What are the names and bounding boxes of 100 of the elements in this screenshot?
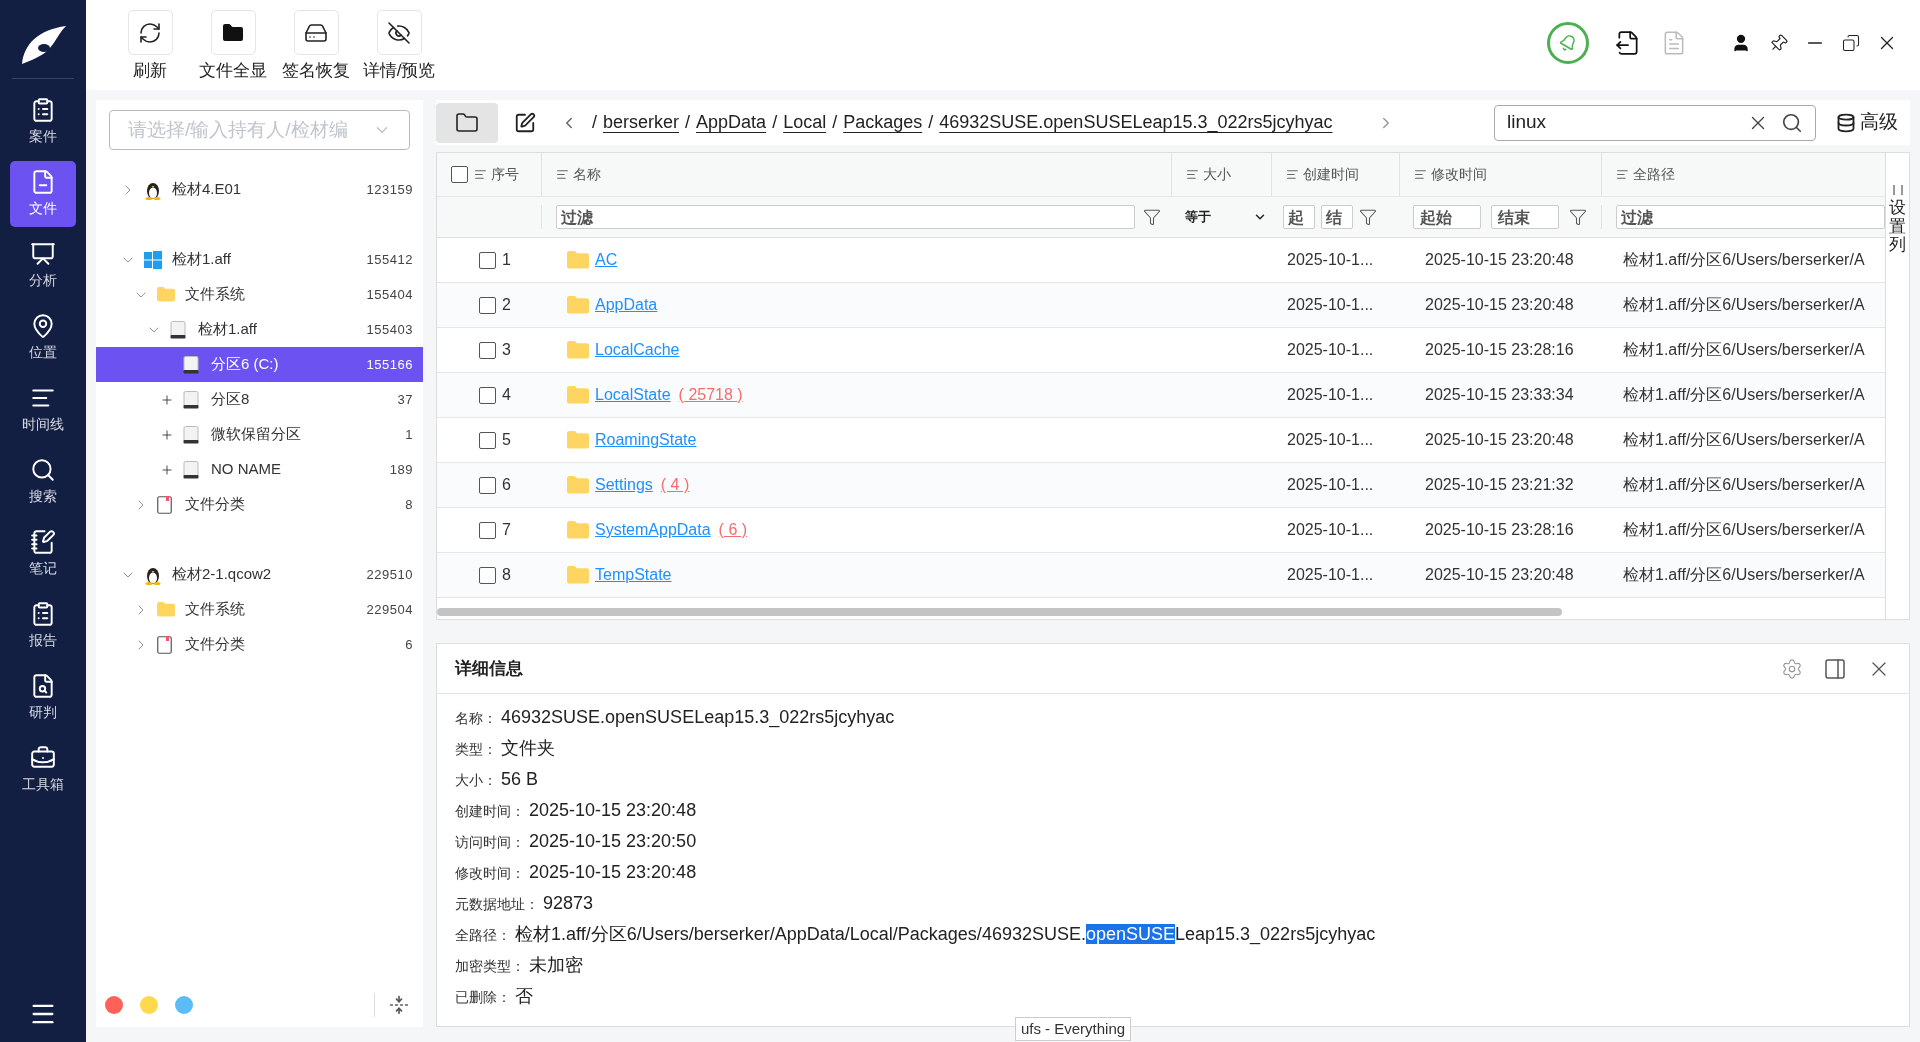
toolbar-button[interactable]: 详情/预览 <box>361 10 437 84</box>
column-header[interactable]: 大小 <box>1203 164 1231 185</box>
column-menu-icon[interactable] <box>1616 168 1629 181</box>
tree-item[interactable]: 分区6 (C:) 155166 <box>96 347 423 382</box>
toolbar-button[interactable]: 刷新 <box>112 10 188 84</box>
notification-button[interactable] <box>1547 22 1589 64</box>
nav-item[interactable]: 报告 <box>10 593 76 659</box>
tree-item[interactable]: 微软保留分区 1 <box>96 417 423 452</box>
column-menu-icon[interactable] <box>1414 168 1427 181</box>
tree-item[interactable]: NO NAME 189 <box>96 452 423 487</box>
nav-item[interactable]: 时间线 <box>10 377 76 443</box>
toolbar-button[interactable]: 文件全显 <box>195 10 271 84</box>
checkbox[interactable] <box>479 386 496 404</box>
breadcrumb-link[interactable]: AppData <box>696 109 767 136</box>
tree-item[interactable]: 文件系统 229504 <box>96 592 423 627</box>
search-icon[interactable] <box>1781 111 1803 134</box>
table-row[interactable]: 2 AppData 2025-10-1... 2025-10-15 23:20:48 检材1.aff/分区6/Users/berserker/A <box>437 283 1885 328</box>
size-operator-select[interactable]: 等于 <box>1185 207 1267 227</box>
nav-item[interactable]: 笔记 <box>10 521 76 587</box>
name-filter-field[interactable]: 过滤 <box>556 205 1135 229</box>
table-cell-text: 检材1.aff/分区6/Users/berserker/A <box>1622 475 1866 495</box>
panel-toggle-icon[interactable] <box>1823 656 1847 681</box>
tree-item-label: 检材2-1.qcow2 <box>172 564 272 585</box>
column-header[interactable]: 创建时间 <box>1303 164 1359 185</box>
tree-item[interactable]: 分区8 37 <box>96 382 423 417</box>
tree-item[interactable]: 检材4.E01 123159 <box>96 172 423 207</box>
field-label: 大小： <box>455 771 497 790</box>
tree-item[interactable]: 检材2-1.qcow2 229510 <box>96 557 423 592</box>
column-menu-icon[interactable] <box>1286 168 1299 181</box>
path-filter-field[interactable]: 过滤 <box>1616 205 1885 229</box>
tree-item[interactable]: 文件分类 6 <box>96 627 423 662</box>
restore-icon[interactable] <box>1842 34 1860 52</box>
file-export-icon[interactable] <box>1615 30 1641 56</box>
column-menu-icon[interactable] <box>1186 168 1199 181</box>
breadcrumb-link[interactable]: 46932SUSE.openSUSELeap15.3_022rs5jcyhyac <box>939 109 1333 136</box>
start-date-field[interactable]: 起始 <box>1413 205 1481 229</box>
filter-icon[interactable] <box>1143 208 1161 226</box>
tree-item[interactable]: 检材1.aff 155412 <box>96 242 423 277</box>
table-row[interactable]: 6 Settings ( 4 ) 2025-10-1... 2025-10-15 23:21:32 检材1.aff/分区6/Users/berserker/A <box>437 463 1885 508</box>
toolbar-button[interactable]: 签名恢复 <box>278 10 354 84</box>
folder-view-button[interactable] <box>436 102 498 143</box>
breadcrumb-link[interactable]: berserker <box>603 109 680 136</box>
filter-icon[interactable] <box>1569 208 1587 226</box>
column-header[interactable]: 全路径 <box>1633 164 1675 185</box>
checkbox[interactable] <box>479 341 496 359</box>
filter-icon[interactable] <box>1359 208 1377 226</box>
table-row[interactable]: 4 LocalState ( 25718 ) 2025-10-1... 2025-10-15 23:33:34 检材1.aff/分区6/Users/berserker/A <box>437 373 1885 418</box>
column-menu-icon[interactable] <box>474 168 487 181</box>
panel-title: 详细信息 <box>455 657 523 680</box>
nav-item[interactable]: 文件 <box>10 161 76 227</box>
column-menu-icon[interactable] <box>556 168 569 181</box>
folder-icon <box>567 431 589 449</box>
nav-item[interactable]: 分析 <box>10 233 76 299</box>
advanced-search-button[interactable]: 高级 <box>1836 108 1898 137</box>
search-field[interactable]: linux <box>1494 104 1816 141</box>
tree-item[interactable]: 文件系统 155404 <box>96 277 423 312</box>
row-number: 4 <box>502 385 511 405</box>
nav-item[interactable]: 研判 <box>10 665 76 731</box>
refresh-icon <box>138 20 162 45</box>
settings-icon[interactable] <box>1781 657 1803 680</box>
table-cell-text: 2025-10-15 23:28:16 <box>1424 520 1575 540</box>
field-value: 2025-10-15 23:20:48 <box>529 861 697 884</box>
column-header[interactable]: 名称 <box>573 164 601 185</box>
field-label: 全路径： <box>455 926 511 945</box>
collapse-all-icon[interactable] <box>389 994 409 1015</box>
checkbox[interactable] <box>479 521 496 539</box>
breadcrumb-link[interactable]: Packages <box>843 109 923 136</box>
table-cell-text: 2025-10-1... <box>1286 295 1375 315</box>
edit-icon[interactable] <box>514 111 536 134</box>
table-row[interactable]: 8 TempState 2025-10-1... 2025-10-15 23:20:48 检材1.aff/分区6/Users/berserker/A <box>437 553 1885 598</box>
tree-item-label: 文件分类 <box>185 634 245 655</box>
path-separator: / <box>832 111 838 134</box>
table-cell-text: 检材1.aff/分区6/Users/berserker/A <box>1622 385 1866 405</box>
checkbox[interactable] <box>479 476 496 494</box>
nav-item[interactable]: 位置 <box>10 305 76 371</box>
nav-item[interactable]: 工具箱 <box>10 737 76 803</box>
table-cell-text: 2025-10-1... <box>1286 250 1375 270</box>
user-icon[interactable] <box>1731 33 1751 53</box>
tree-item[interactable]: 文件分类 8 <box>96 487 423 522</box>
column-header[interactable]: 序号 <box>491 164 519 185</box>
end-date-field[interactable]: 结 <box>1321 205 1353 229</box>
checkbox[interactable] <box>479 566 496 584</box>
checkbox[interactable] <box>479 431 496 449</box>
table-cell-text: 检材1.aff/分区6/Users/berserker/A <box>1622 520 1866 540</box>
checkbox[interactable] <box>479 251 496 269</box>
checkbox[interactable] <box>479 296 496 314</box>
tree-item-label: 微软保留分区 <box>211 424 301 445</box>
start-date-field[interactable]: 起 <box>1283 205 1315 229</box>
item-count: 155166 <box>366 355 413 374</box>
nav-item[interactable]: 案件 <box>10 89 76 155</box>
tree-item-label: 检材1.aff <box>198 319 257 340</box>
end-date-field[interactable]: 结束 <box>1491 205 1559 229</box>
scrollbar-thumb[interactable] <box>437 608 1562 616</box>
nav-item[interactable]: 搜索 <box>10 449 76 515</box>
breadcrumb-link[interactable]: Local <box>783 109 827 136</box>
column-settings-tab[interactable]: 设置列 <box>1885 153 1909 619</box>
column-header[interactable]: 修改时间 <box>1431 164 1487 185</box>
checkbox[interactable] <box>451 166 468 183</box>
tree-item[interactable]: 检材1.aff 155403 <box>96 312 423 347</box>
table-cell-text: 检材1.aff/分区6/Users/berserker/A <box>1622 565 1866 585</box>
